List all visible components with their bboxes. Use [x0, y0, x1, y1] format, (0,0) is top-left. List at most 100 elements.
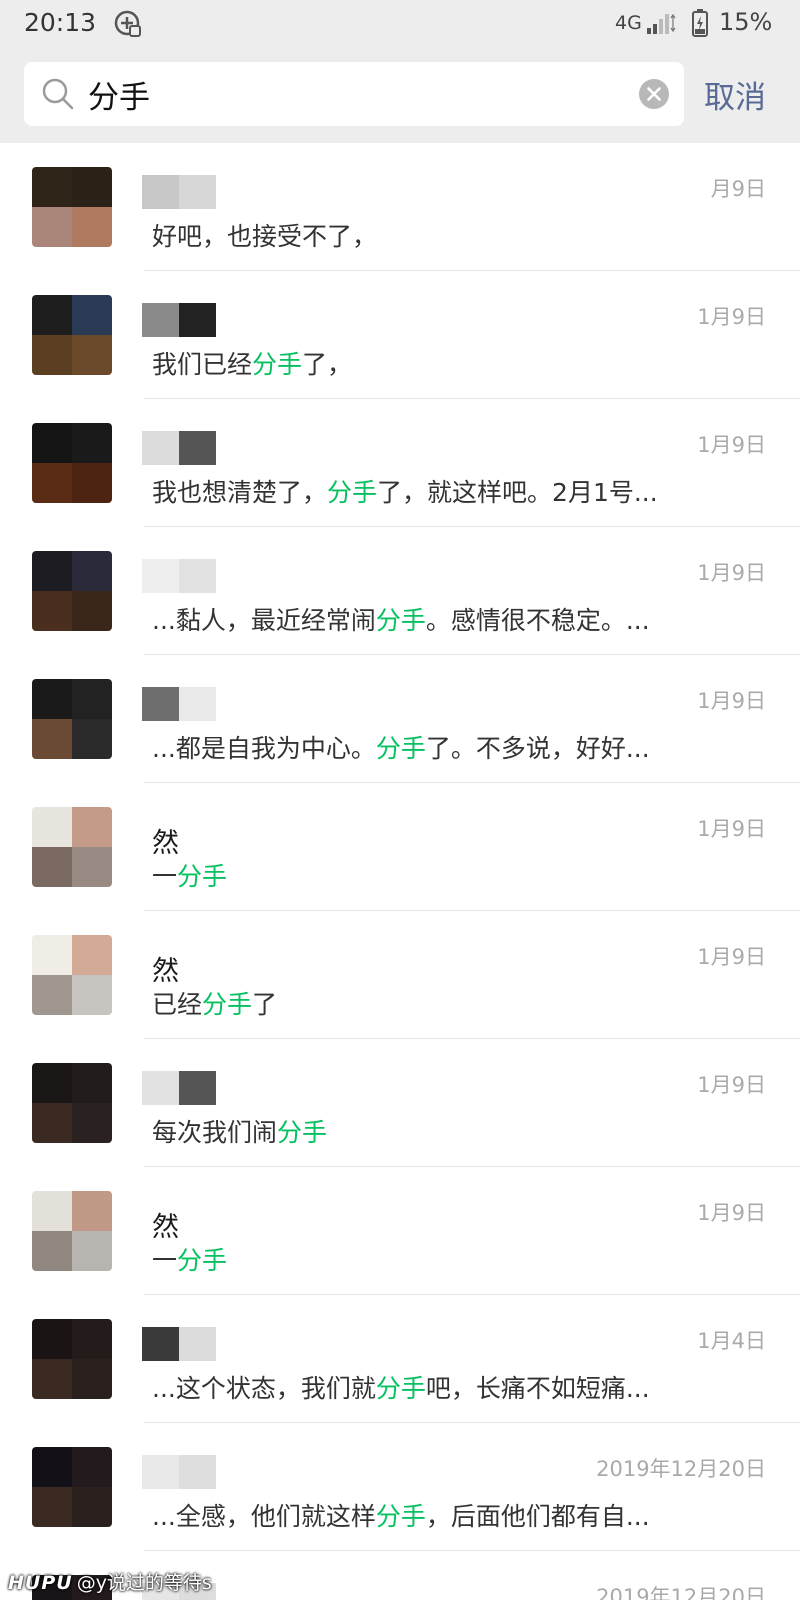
snippet-text: 了，	[302, 350, 353, 379]
redaction-block	[179, 559, 216, 593]
chat-result-row[interactable]: 2019年12月20日 ...全感，他们就这样分手，后面他们都有自...	[0, 1423, 800, 1551]
snippet-text: 已经	[152, 990, 203, 1019]
redaction-block	[142, 1071, 179, 1105]
keyword-highlight: 分手	[375, 606, 426, 635]
redaction-block	[179, 1071, 216, 1105]
avatar	[32, 423, 112, 503]
avatar-pixel	[32, 167, 72, 207]
chat-result-row[interactable]: 1月9日 每次我们闹分手	[0, 1039, 800, 1167]
message-snippet: 一分手	[152, 1241, 692, 1277]
avatar-pixel	[72, 1063, 112, 1103]
contact-name-redacted	[142, 1071, 216, 1105]
chat-result-row[interactable]: 1月9日 ...都是自我为中心。分手了。不多说，好好...	[0, 655, 800, 783]
status-bar: 20:13 4G 15%	[0, 0, 800, 48]
chat-result-row[interactable]: 然 1月9日 一分手	[0, 1167, 800, 1295]
message-date: 1月9日	[697, 817, 766, 841]
chat-result-row[interactable]: 然 1月9日 已经分手了	[0, 911, 800, 1039]
avatar-pixel	[32, 1359, 72, 1399]
avatar-pixel	[32, 975, 72, 1015]
message-snippet: 每次我们闹分手	[152, 1113, 692, 1149]
watermark-brand: HUPU	[8, 1572, 73, 1594]
contact-name-redacted	[142, 431, 216, 465]
clear-icon[interactable]	[638, 78, 670, 110]
redaction-block	[179, 303, 216, 337]
avatar-pixel	[32, 1231, 72, 1271]
snippet-text: ...这个状态，我们就	[152, 1374, 376, 1403]
snippet-text: 也接受不了，	[227, 222, 378, 251]
snippet-text: 。感情很不稳定。...	[425, 606, 650, 635]
search-input[interactable]	[88, 70, 628, 118]
avatar-pixel	[32, 335, 72, 375]
avatar	[32, 1063, 112, 1143]
snippet-text: 了。不多说，好好...	[425, 734, 650, 763]
avatar-pixel	[72, 591, 112, 631]
snippet-text: ...都是自我为中心。	[152, 734, 376, 763]
contact-name: 然	[152, 1212, 179, 1243]
keyword-highlight: 分手	[177, 862, 228, 891]
chat-result-row[interactable]: 1月4日 ...这个状态，我们就分手吧，长痛不如短痛...	[0, 1295, 800, 1423]
avatar-pixel	[72, 1103, 112, 1143]
message-date: 1月9日	[697, 945, 766, 969]
avatar-pixel	[72, 1447, 112, 1487]
avatar-pixel	[72, 847, 112, 887]
avatar-pixel	[72, 807, 112, 847]
snippet-text: ...黏人，最近经常闹	[152, 606, 376, 635]
message-snippet: 我也想清楚了，分手了，就这样吧。2月1号...	[152, 473, 692, 509]
snippet-text: 每次我们闹	[152, 1118, 278, 1147]
avatar-pixel	[72, 935, 112, 975]
avatar-pixel	[32, 1487, 72, 1527]
contact-name-redacted	[142, 303, 216, 337]
message-snippet: 一分手	[152, 857, 692, 893]
contact-name-redacted	[142, 559, 216, 593]
message-snippet: ...全感，他们就这样分手，后面他们都有自...	[152, 1497, 692, 1533]
snippet-text: 一	[152, 862, 178, 891]
network-type: 4G	[615, 12, 642, 34]
avatar-pixel	[72, 551, 112, 591]
snippet-text: 我们已经	[152, 350, 253, 379]
snippet-text: ...全感，他们就这样	[152, 1502, 376, 1531]
avatar-pixel	[32, 207, 72, 247]
battery-icon	[692, 9, 708, 37]
message-snippet: 已经分手了	[152, 985, 692, 1021]
keyword-highlight: 分手	[327, 478, 378, 507]
battery-level: 15%	[719, 8, 773, 36]
redaction-block	[179, 1327, 216, 1361]
cancel-button[interactable]: 取消	[704, 72, 766, 117]
watermark-handle: @y说过的等待s	[76, 1572, 212, 1594]
redaction-block	[179, 687, 216, 721]
snippet-text: 吧，长痛不如短痛...	[425, 1374, 650, 1403]
redaction-block	[142, 1327, 179, 1361]
contact-name-redacted	[142, 175, 216, 209]
avatar-pixel	[72, 423, 112, 463]
search-icon	[42, 78, 74, 110]
snippet-text: 了	[252, 990, 278, 1019]
search-box[interactable]	[24, 62, 684, 126]
chat-result-row[interactable]: 月9日好吧，也接受不了，	[0, 143, 800, 271]
avatar-pixel	[72, 679, 112, 719]
contact-name: 然	[152, 828, 179, 859]
message-date: 1月9日	[697, 561, 766, 585]
avatar-pixel	[72, 1359, 112, 1399]
keyword-highlight: 分手	[277, 1118, 328, 1147]
avatar-pixel	[32, 847, 72, 887]
chat-result-row[interactable]: 1月9日 我们已经分手了，	[0, 271, 800, 399]
message-date: 1月9日	[697, 1201, 766, 1225]
message-date: 月9日	[710, 177, 766, 201]
avatar-pixel	[32, 679, 72, 719]
avatar	[32, 295, 112, 375]
avatar-pixel	[72, 719, 112, 759]
snippet-text: 一	[152, 1246, 178, 1275]
avatar-pixel	[32, 1063, 72, 1103]
chat-result-row[interactable]: 1月9日 我也想清楚了，分手了，就这样吧。2月1号...	[0, 399, 800, 527]
avatar	[32, 551, 112, 631]
chat-result-row[interactable]: 1月9日 ...黏人，最近经常闹分手。感情很不稳定。...	[0, 527, 800, 655]
redaction-block	[142, 431, 179, 465]
message-date: 1月9日	[697, 305, 766, 329]
redaction-block	[179, 175, 216, 209]
signal-icon	[647, 13, 676, 34]
avatar-pixel	[32, 935, 72, 975]
snippet-text: 好吧，	[152, 222, 228, 251]
keyword-highlight: 分手	[375, 734, 426, 763]
avatar-pixel	[32, 463, 72, 503]
chat-result-row[interactable]: 然 1月9日 一分手	[0, 783, 800, 911]
